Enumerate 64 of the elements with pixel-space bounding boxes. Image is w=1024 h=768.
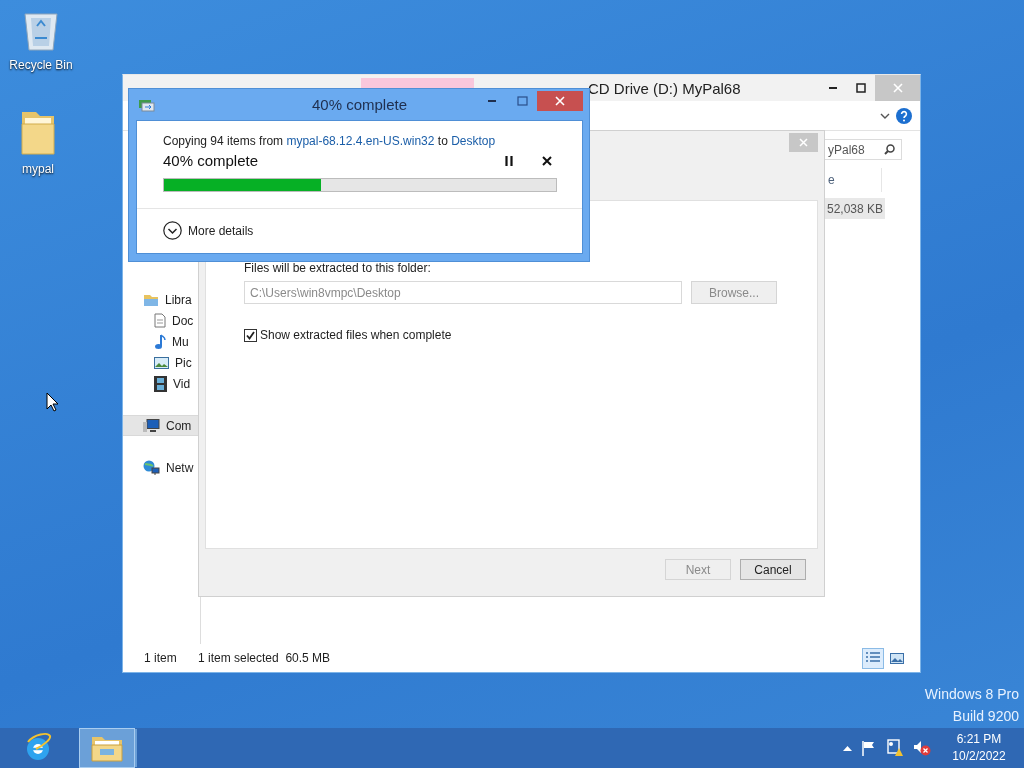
status-text: 1 item xyxy=(144,651,178,665)
computer-icon xyxy=(143,418,160,433)
chevron-down-icon[interactable] xyxy=(880,112,890,119)
cancel-button[interactable]: Cancel xyxy=(740,559,806,580)
close-icon xyxy=(542,155,552,166)
table-cell: 52,038 KB xyxy=(825,198,886,219)
network-warning-icon[interactable] xyxy=(886,739,904,757)
pause-button[interactable] xyxy=(505,155,513,166)
document-icon xyxy=(154,313,166,328)
library-icon xyxy=(143,292,159,307)
desktop-icon-label[interactable]: Recycle Bin xyxy=(9,58,73,72)
link[interactable]: mypal-68.12.4.en-US.win32 xyxy=(286,134,435,148)
folder-label: Files will be extracted to this folder: xyxy=(244,261,432,275)
nav-item[interactable]: Doc xyxy=(123,310,200,331)
nav-item[interactable]: Mu xyxy=(123,331,200,352)
nav-item[interactable]: Vid xyxy=(123,373,200,394)
copy-message: Copying 94 items from mypal-68.12.4.en-US.win32 to Desktop xyxy=(163,134,497,148)
close-button[interactable] xyxy=(537,91,583,111)
nav-item[interactable]: Pic xyxy=(123,352,200,373)
cancel-button[interactable] xyxy=(542,155,552,166)
close-icon xyxy=(799,138,808,147)
nav-item[interactable]: Netw xyxy=(123,457,200,478)
clock[interactable]: 6:21 PM 10/2/2022 xyxy=(940,731,1018,765)
path-field[interactable]: C:\Users\win8vmpc\Desktop xyxy=(244,281,682,304)
details-view-icon xyxy=(865,651,881,665)
speaker-muted-icon[interactable] xyxy=(913,740,931,756)
checkbox-label: Show extracted files when complete xyxy=(260,328,452,342)
view-button[interactable] xyxy=(862,647,884,669)
mouse-cursor-icon xyxy=(46,392,59,412)
flag-icon[interactable] xyxy=(861,740,877,756)
clock-time: 6:21 PM xyxy=(955,731,1003,748)
nav-item[interactable]: Com xyxy=(123,415,200,436)
search-icon xyxy=(884,144,895,155)
minimize-icon xyxy=(828,87,838,89)
copy-app-icon xyxy=(139,97,155,112)
up-arrow-icon[interactable] xyxy=(843,745,852,751)
desktop-version-text: Windows 8 Pro xyxy=(924,685,1019,704)
music-note-icon xyxy=(154,333,166,350)
clock-date: 10/2/2022 xyxy=(951,748,1007,765)
column-header[interactable]: e xyxy=(828,168,882,192)
search-text: yPal68 xyxy=(828,142,865,157)
checkmark-icon xyxy=(246,330,255,340)
progress-heading: 40% complete xyxy=(163,152,259,169)
link[interactable]: Desktop xyxy=(451,134,496,148)
desktop-version-text: Build 9200 xyxy=(951,707,1019,726)
more-details-button[interactable]: More details xyxy=(137,209,280,252)
window-title: 40% complete xyxy=(310,96,409,113)
picture-icon xyxy=(154,356,169,369)
film-strip-icon xyxy=(154,375,167,392)
status-text: 1 item selected 60.5 MB xyxy=(198,651,331,665)
desktop-icon-label[interactable]: mypal xyxy=(22,162,54,176)
pause-icon xyxy=(505,155,513,166)
taskbar-button[interactable] xyxy=(79,728,135,768)
maximize-icon xyxy=(856,83,866,93)
help-icon[interactable] xyxy=(896,107,912,124)
chevron-circle-icon xyxy=(163,221,182,240)
close-icon xyxy=(555,96,565,106)
minimize-icon xyxy=(487,100,497,102)
checkbox[interactable] xyxy=(244,328,257,342)
thumbnails-view-icon xyxy=(890,652,904,664)
close-icon xyxy=(892,83,903,93)
nav-item[interactable]: Libra xyxy=(123,289,200,310)
maximize-icon xyxy=(516,96,528,106)
network-globe-icon xyxy=(143,459,160,476)
